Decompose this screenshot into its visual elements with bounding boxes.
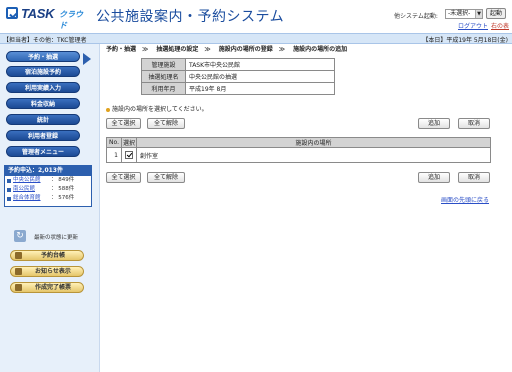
report-icon — [15, 284, 22, 291]
sidebar-item-statistics[interactable]: 統計 — [6, 114, 80, 125]
add-button[interactable]: 追加 — [418, 118, 450, 129]
add-button-bottom[interactable]: 追加 — [418, 172, 450, 183]
system-start-label: 他システム起動: — [394, 13, 438, 20]
breadcrumb: 予約・抽選 ≫ 抽選処理の設定 ≫ 施設内の場所の登録 ≫ 施設内の場所の追加 — [106, 44, 353, 53]
breadcrumb-item: 予約・抽選 — [106, 46, 137, 53]
app-logo: TASK クラウド — [6, 6, 90, 30]
logo-text: TASK — [21, 6, 55, 21]
select-all-button[interactable]: 全て選択 — [106, 118, 141, 129]
sidebar-item-lodging[interactable]: 宿泊施設予約 — [6, 66, 80, 77]
clear-all-button-bottom[interactable]: 全て解除 — [147, 172, 185, 183]
row-number: 1 — [106, 147, 122, 163]
column-header-no: No. — [106, 137, 122, 148]
table-row: 利用年月 平成19年 8月 — [141, 82, 335, 95]
select-all-button-bottom[interactable]: 全て選択 — [106, 172, 141, 183]
list-item[interactable]: 南公民館 ： 588件 — [5, 185, 91, 194]
info-value: TASK市中央公民館 — [185, 58, 335, 71]
instruction-text: 施設内の場所を選択してください。 — [112, 106, 208, 113]
sidebar-item-fees[interactable]: 料金収納 — [6, 98, 80, 109]
facility-count: ： 576件 — [51, 195, 75, 201]
bullet-dot-icon — [106, 107, 110, 112]
help-link[interactable]: 右の表 — [491, 21, 509, 30]
breadcrumb-separator: ≫ — [204, 46, 211, 53]
chevron-down-icon: ▼ — [475, 10, 482, 18]
application-summary-panel: 予約申込：2,013件 中央公民館 ： 849件 南公民館 ： 588件 総合体… — [4, 165, 92, 207]
facility-link[interactable]: 南公民館 — [13, 185, 35, 194]
cancel-button-bottom[interactable]: 取消 — [458, 172, 490, 183]
table-row: 管理施設 TASK市中央公民館 — [141, 58, 335, 71]
table-row: 1 創作室 — [106, 147, 491, 163]
logout-link[interactable]: ログアウト — [458, 21, 488, 30]
column-header-select: 選択 — [121, 137, 137, 148]
list-item[interactable]: 中央公民館 ： 849件 — [5, 176, 91, 185]
list-item[interactable]: 総合体育館 ： 576件 — [5, 194, 91, 203]
info-value: 中央公民館の抽選 — [185, 70, 335, 83]
logo-sub-text: クラウド — [59, 10, 83, 30]
cancel-button[interactable]: 取消 — [458, 118, 490, 129]
table-header-row: No. 選択 施設内の場所 — [106, 137, 491, 148]
reservation-ledger-button[interactable]: 予約台帳 — [10, 250, 84, 261]
info-key: 管理施設 — [141, 58, 186, 71]
completed-reports-label: 作成完了帳票 — [34, 284, 71, 291]
info-value: 平成19年 8月 — [185, 82, 335, 95]
places-table: No. 選択 施設内の場所 1 創作室 — [106, 137, 491, 163]
table-row: 抽選処理名 中央公民館の抽選 — [141, 70, 335, 83]
breadcrumb-item: 抽選処理の設定 — [156, 46, 199, 53]
lottery-info-table: 管理施設 TASK市中央公民館 抽選処理名 中央公民館の抽選 利用年月 平成19… — [141, 58, 335, 95]
breadcrumb-separator: ≫ — [142, 46, 149, 53]
breadcrumb-item: 施設内の場所の追加 — [293, 46, 348, 53]
column-header-place: 施設内の場所 — [136, 137, 491, 148]
clear-all-button[interactable]: 全て解除 — [147, 118, 185, 129]
square-bullet-icon — [7, 188, 11, 192]
book-icon — [15, 252, 22, 259]
back-to-top-link[interactable]: 画面の先頭に戻る — [441, 195, 489, 204]
sidebar-item-usage-input[interactable]: 利用実績入力 — [6, 82, 80, 93]
system-select-value: -未選択- — [448, 10, 471, 17]
refresh-button[interactable]: ↻ 最新の状態に更新 — [14, 230, 94, 242]
facility-count: ： 588件 — [51, 186, 75, 192]
logo-check-icon — [6, 7, 18, 19]
breadcrumb-item: 施設内の場所の登録 — [218, 46, 273, 53]
notice-display-button[interactable]: お知らせ表示 — [10, 266, 84, 277]
place-name: 創作室 — [136, 147, 491, 163]
start-button[interactable]: 起動 — [486, 8, 506, 19]
sidebar: 予約・抽選 宿泊施設予約 利用実績入力 料金収納 統計 利用者登録 管理者メニュ… — [0, 44, 100, 372]
completed-reports-button[interactable]: 作成完了帳票 — [10, 282, 84, 293]
sidebar-item-user-registration[interactable]: 利用者登録 — [6, 130, 80, 141]
refresh-label: 最新の状態に更新 — [34, 235, 79, 241]
row-checkbox[interactable] — [125, 151, 133, 159]
reservation-ledger-label: 予約台帳 — [40, 252, 65, 259]
info-key: 利用年月 — [141, 82, 186, 95]
application-summary-title: 予約申込：2,013件 — [5, 166, 91, 176]
facility-link[interactable]: 中央公民館 — [13, 176, 41, 185]
sidebar-item-reservation[interactable]: 予約・抽選 — [6, 51, 80, 62]
system-select[interactable]: -未選択- ▼ — [445, 9, 483, 19]
facility-count: ： 849件 — [51, 177, 75, 183]
square-bullet-icon — [7, 179, 11, 183]
refresh-icon: ↻ — [14, 230, 26, 242]
user-bar: 【担当者】その他：TKC管理者 【本日】平成19年 5月18日(金) — [0, 33, 512, 44]
row-select-cell — [121, 147, 137, 163]
instruction-note: 施設内の場所を選択してください。 — [106, 104, 208, 113]
active-nav-arrow-icon — [83, 53, 91, 65]
app-header: TASK クラウド 公共施設案内・予約システム 他システム起動: -未選択- ▼… — [0, 0, 512, 32]
sidebar-item-admin-menu[interactable]: 管理者メニュー — [6, 146, 80, 157]
today-date: 【本日】平成19年 5月18日(金) — [422, 37, 508, 44]
breadcrumb-separator: ≫ — [278, 46, 286, 53]
current-user: 【担当者】その他：TKC管理者 — [3, 37, 87, 44]
square-bullet-icon — [7, 197, 11, 201]
info-key: 抽選処理名 — [141, 70, 186, 83]
app-title: 公共施設案内・予約システム — [96, 9, 285, 25]
facility-link[interactable]: 総合体育館 — [13, 194, 41, 203]
notice-icon — [15, 268, 22, 275]
notice-display-label: お知らせ表示 — [35, 268, 71, 275]
